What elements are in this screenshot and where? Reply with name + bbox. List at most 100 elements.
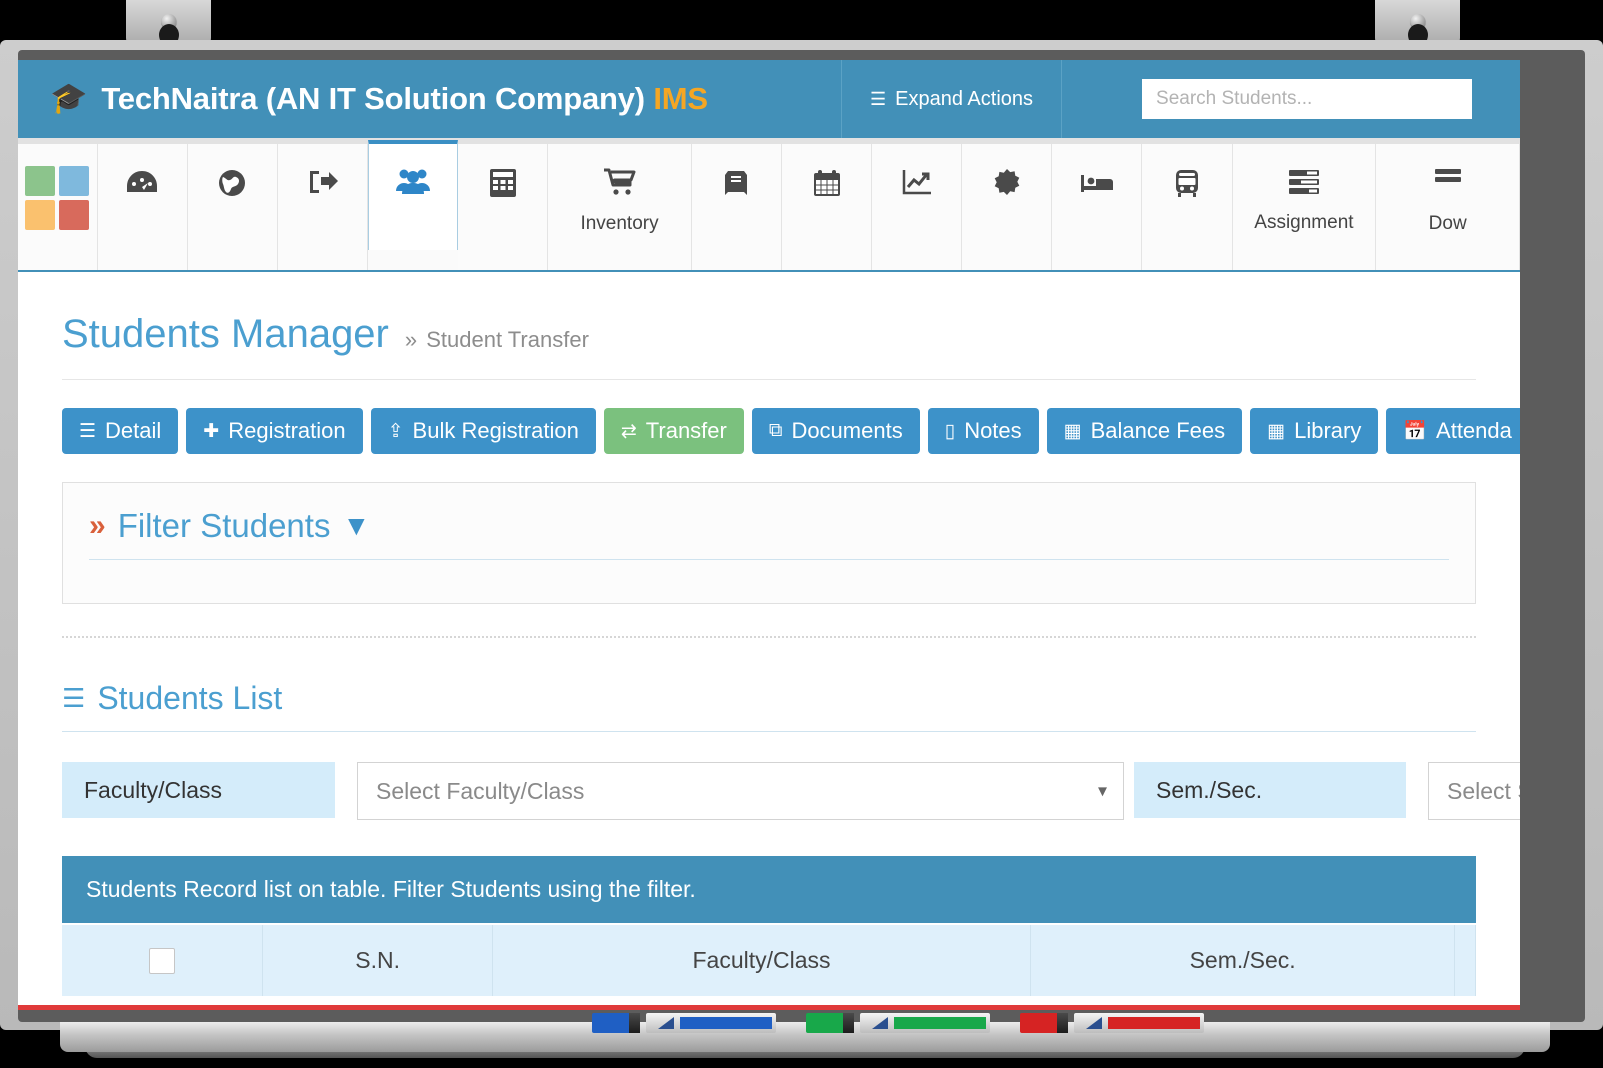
bulk-registration-button-label: Bulk Registration: [412, 418, 579, 443]
sidebar-item-reports[interactable]: [872, 144, 963, 270]
breadcrumb-current: Student Transfer: [426, 327, 589, 352]
transfer-button-label: Transfer: [645, 418, 727, 443]
screen-bottom-accent: [18, 1005, 1520, 1010]
sidebar-item-logout[interactable]: [277, 144, 368, 270]
breadcrumb: » Student Transfer: [405, 327, 589, 353]
students-table-header-row: S.N. Faculty/Class Sem./Sec.: [62, 923, 1476, 996]
table-header-extra: [1455, 925, 1476, 996]
marker-cap-red: [1020, 1013, 1068, 1033]
shopping-cart-icon: [603, 168, 637, 201]
search-students-input[interactable]: [1142, 79, 1473, 119]
table-header-sn: S.N.: [263, 925, 493, 996]
page-title: Students Manager: [62, 312, 389, 356]
calculator-icon: [489, 168, 517, 203]
marker-red[interactable]: [1020, 1013, 1204, 1033]
plus-icon: ✚: [203, 420, 220, 442]
sem-sec-label: Sem./Sec.: [1134, 762, 1406, 818]
students-table: Students Record list on table. Filter St…: [62, 856, 1476, 996]
upload-icon: ⇪: [387, 420, 404, 442]
note-icon: ▯: [944, 420, 956, 442]
library-button-label: Library: [1294, 418, 1362, 443]
students-list-title: Students List: [97, 680, 283, 716]
users-icon: [394, 166, 432, 201]
whiteboard-stage: 🎓 TechNaitra (AN IT Solution Company) IM…: [0, 0, 1603, 1068]
bed-icon: [1080, 168, 1114, 200]
students-list-header: ☰ Students List: [62, 680, 1476, 732]
table-header-sem-sec: Sem./Sec.: [1031, 925, 1455, 996]
registration-button[interactable]: ✚ Registration: [186, 408, 363, 454]
app-header: 🎓 TechNaitra (AN IT Solution Company) IM…: [18, 60, 1520, 138]
marker-ink-green: [894, 1017, 986, 1029]
students-filter-row: Faculty/Class Select Faculty/Class ▾ Sem…: [62, 762, 1520, 820]
bulk-registration-button[interactable]: ⇪ Bulk Registration: [370, 408, 596, 454]
transfer-button[interactable]: ⇄ Transfer: [603, 408, 744, 454]
header-search-area: [1062, 60, 1520, 138]
detail-button[interactable]: ☰ Detail: [62, 408, 179, 454]
library-button[interactable]: ▦ Library: [1250, 408, 1379, 454]
download-icon: [1433, 168, 1463, 201]
chevron-double-right-icon: »: [89, 509, 106, 542]
marker-green[interactable]: [806, 1013, 990, 1033]
sidebar-item-transport[interactable]: [1142, 144, 1233, 270]
brand-suffix: IMS: [653, 81, 708, 116]
sidebar-item-inventory[interactable]: Inventory: [548, 144, 692, 270]
notes-button[interactable]: ▯ Notes: [927, 408, 1039, 454]
student-actions-toolbar: ☰ Detail ✚ Registration ⇪ Bulk Registrat…: [62, 380, 1520, 454]
tasks-icon: [1287, 168, 1321, 200]
section-divider: [62, 636, 1476, 638]
detail-button-label: Detail: [105, 418, 162, 443]
sidebar-item-assignment[interactable]: Assignment: [1232, 144, 1377, 270]
logout-icon: [306, 168, 339, 201]
marker-nib-icon: [1086, 1017, 1102, 1029]
sidebar-item-label: Inventory: [580, 213, 659, 234]
balance-fees-button-label: Balance Fees: [1090, 418, 1226, 443]
calendar-icon: 📅: [1403, 421, 1428, 442]
list-icon: ☰: [79, 420, 97, 442]
bus-icon: [1174, 168, 1200, 203]
marker-nib-icon: [872, 1017, 888, 1029]
expand-actions-label: Expand Actions: [895, 87, 1034, 110]
sidebar-item-dashboard[interactable]: [97, 144, 188, 270]
chevron-down-icon: ▾: [1097, 780, 1107, 801]
calculator-icon: ▦: [1267, 420, 1286, 442]
marker-cap-blue: [592, 1013, 640, 1033]
graduation-cap-icon: 🎓: [50, 82, 88, 115]
attendance-button-label: Attenda: [1436, 418, 1512, 443]
filter-students-panel: » Filter Students ▼: [62, 482, 1476, 604]
attendance-button[interactable]: 📅 Attenda: [1386, 408, 1520, 454]
expand-actions-button[interactable]: ☰ Expand Actions: [842, 60, 1063, 138]
marker-body-blue: [646, 1013, 776, 1033]
documents-button-label: Documents: [791, 418, 903, 443]
balance-fees-button[interactable]: ▦ Balance Fees: [1046, 408, 1243, 454]
marker-body-red: [1074, 1013, 1204, 1033]
sidebar-item-students[interactable]: [367, 140, 459, 250]
calculator-icon: ▦: [1063, 420, 1082, 442]
sem-sec-select[interactable]: Select S: [1428, 762, 1520, 820]
sidebar-item-label: Dow: [1428, 213, 1467, 234]
list-icon: ☰: [870, 88, 886, 109]
sidebar-item-website[interactable]: [187, 144, 278, 270]
marker-blue[interactable]: [592, 1013, 776, 1033]
module-nav-bar: Inventory Assignment Dow: [18, 138, 1520, 272]
sidebar-item-download[interactable]: Dow: [1376, 144, 1520, 270]
faculty-class-label: Faculty/Class: [62, 762, 335, 818]
filter-students-header[interactable]: » Filter Students ▼: [89, 507, 1449, 560]
sidebar-item-library[interactable]: [691, 144, 782, 270]
brand-block[interactable]: 🎓 TechNaitra (AN IT Solution Company) IM…: [18, 60, 842, 138]
select-all-checkbox[interactable]: [149, 947, 176, 974]
sidebar-item-app-grid[interactable]: [18, 144, 98, 270]
sidebar-item-certificate[interactable]: [962, 144, 1053, 270]
chart-line-icon: [902, 168, 932, 201]
calendar-icon: [812, 168, 842, 203]
documents-button[interactable]: ⧉ Documents: [751, 408, 920, 454]
faculty-class-select[interactable]: Select Faculty/Class ▾: [357, 762, 1124, 820]
sidebar-item-hostel[interactable]: [1052, 144, 1143, 270]
projected-screen: 🎓 TechNaitra (AN IT Solution Company) IM…: [18, 60, 1520, 1010]
faculty-class-select-value: Select Faculty/Class: [376, 777, 585, 804]
sidebar-item-calendar[interactable]: [782, 144, 873, 270]
marker-cap-green: [806, 1013, 854, 1033]
brand-title: TechNaitra (AN IT Solution Company) IMS: [101, 81, 708, 116]
sidebar-item-accounting[interactable]: [458, 144, 549, 270]
book-icon: [721, 168, 751, 203]
filter-students-title: Filter Students: [117, 507, 331, 544]
